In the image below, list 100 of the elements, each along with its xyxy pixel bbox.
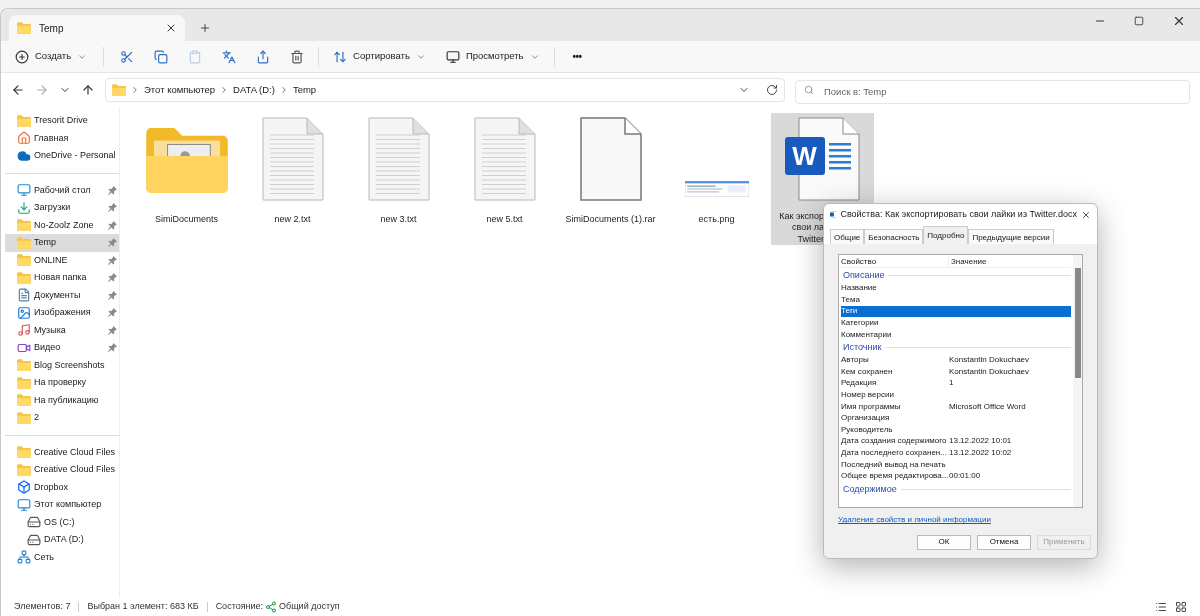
sidebar-item[interactable]: Изображения: [5, 304, 119, 322]
sidebar-item[interactable]: Tresorit Drive: [5, 112, 119, 130]
property-row[interactable]: Дата создания содержимого 13.12.2022 10:01: [841, 435, 1071, 448]
delete-icon[interactable]: [290, 49, 305, 64]
property-row[interactable]: Организация: [841, 412, 1071, 424]
property-row[interactable]: Категории: [841, 317, 1071, 329]
property-row[interactable]: Редакция 1: [841, 377, 1071, 390]
forward-icon[interactable]: [35, 83, 49, 97]
dialog-tab[interactable]: Безопасность: [864, 229, 924, 245]
pin-icon[interactable]: [108, 308, 117, 318]
file-item[interactable]: new 2.txt: [241, 113, 344, 245]
file-name: есть.png: [698, 214, 735, 226]
scrollbar[interactable]: [1073, 255, 1082, 508]
property-row[interactable]: Тема: [841, 294, 1071, 306]
more-button[interactable]: •••: [564, 49, 590, 64]
close-tab-icon[interactable]: [165, 22, 177, 34]
breadcrumb[interactable]: Temp: [292, 82, 317, 98]
sidebar-item[interactable]: На публикацию: [5, 391, 119, 409]
breadcrumb[interactable]: DATA (D:): [233, 82, 275, 98]
dialog-tab[interactable]: Подробно: [923, 226, 969, 245]
property-row[interactable]: Номер версии: [841, 389, 1071, 401]
sidebar-item[interactable]: Temp: [5, 234, 119, 252]
details-view-icon[interactable]: [1155, 601, 1167, 613]
folder-icon: [17, 254, 31, 267]
column-header[interactable]: Значение: [949, 255, 987, 268]
address-bar[interactable]: Этот компьютер DATA (D:) Temp: [105, 78, 785, 102]
property-row[interactable]: Общее время редактирова...00:01:00: [841, 470, 1071, 482]
pin-icon[interactable]: [108, 203, 117, 213]
rename-icon[interactable]: [222, 49, 237, 64]
refresh-icon[interactable]: [766, 84, 778, 96]
pin-icon[interactable]: [108, 273, 117, 283]
sidebar-item[interactable]: OneDrive - Personal: [5, 147, 119, 165]
file-name: new 2.txt: [274, 214, 311, 226]
file-name: SimiDocuments: [155, 214, 218, 226]
dialog-button[interactable]: Отмена: [977, 534, 1031, 550]
create-button[interactable]: Создать: [11, 44, 92, 69]
sidebar-item[interactable]: Dropbox: [5, 478, 119, 496]
sidebar-item[interactable]: Главная: [5, 129, 119, 147]
pin-icon[interactable]: [108, 343, 117, 353]
remove-properties-link[interactable]: Удаление свойств и личной информации: [838, 514, 1083, 527]
property-row[interactable]: Имя программы Microsoft Office Word: [841, 400, 1071, 413]
sidebar-item[interactable]: На проверку: [5, 374, 119, 392]
group-header: Источник: [843, 341, 882, 355]
sidebar-item[interactable]: Blog Screenshots: [5, 356, 119, 374]
sidebar-item[interactable]: Видео: [5, 339, 119, 357]
sidebar-item[interactable]: Новая папка: [5, 269, 119, 287]
sidebar-item[interactable]: 2: [5, 409, 119, 427]
close-icon[interactable]: [1172, 14, 1186, 28]
folder-tab[interactable]: Temp: [9, 15, 185, 41]
pin-icon[interactable]: [108, 185, 117, 195]
pin-icon[interactable]: [108, 220, 117, 230]
file-item[interactable]: SimiDocuments (1).rar: [559, 113, 662, 245]
property-row[interactable]: Комментарии: [841, 328, 1071, 341]
dialog-button[interactable]: ОК: [917, 534, 971, 550]
column-header[interactable]: Свойство: [841, 255, 949, 268]
pin-icon[interactable]: [108, 325, 117, 335]
up-icon[interactable]: [81, 83, 95, 97]
back-icon[interactable]: [11, 83, 25, 97]
sidebar-item[interactable]: OS (C:): [5, 513, 119, 531]
property-row[interactable]: Кем сохранен Konstantin Dokuchaev: [841, 366, 1071, 378]
maximize-icon[interactable]: [1134, 16, 1144, 26]
file-item[interactable]: new 5.txt: [453, 113, 556, 245]
folder-icon: [17, 219, 31, 232]
sort-button[interactable]: Сортировать: [329, 44, 430, 69]
folder-icon: [17, 114, 31, 127]
sidebar-item[interactable]: Этот компьютер: [5, 496, 119, 514]
sidebar-item[interactable]: Creative Cloud Files: [5, 443, 119, 461]
dialog-tab[interactable]: Общие: [830, 229, 865, 245]
file-name: Как экспор: [779, 210, 824, 222]
share-icon[interactable]: [256, 49, 271, 64]
cut-icon[interactable]: [120, 49, 135, 64]
pin-icon[interactable]: [108, 238, 117, 248]
view-button[interactable]: Просмотреть: [441, 44, 544, 69]
dialog-tab[interactable]: Предыдущие версии: [968, 229, 1054, 245]
property-row[interactable]: Руководитель: [841, 423, 1071, 436]
screenshot-thumbnail: [684, 181, 749, 197]
sidebar-item[interactable]: ONLINE: [5, 251, 119, 269]
property-row[interactable]: Название: [841, 282, 1071, 295]
copy-icon[interactable]: [154, 49, 169, 64]
tiles-view-icon[interactable]: [1175, 601, 1187, 613]
sidebar-item[interactable]: Сеть: [5, 548, 119, 566]
sidebar-item[interactable]: Музыка: [5, 321, 119, 339]
property-row[interactable]: Дата последнего сохранен... 13.12.2022 10:02: [841, 447, 1071, 459]
sidebar-item[interactable]: No-Zoolz Zone: [5, 216, 119, 234]
property-row[interactable]: Последний вывод на печать: [841, 458, 1071, 471]
pin-icon[interactable]: [108, 255, 117, 265]
property-row[interactable]: Авторы Konstantin Dokuchaev: [841, 354, 1071, 366]
pin-icon[interactable]: [108, 290, 117, 300]
search-field[interactable]: Поиск в: Temp: [795, 79, 1190, 104]
sidebar-item[interactable]: Документы: [5, 286, 119, 304]
sidebar-item[interactable]: Загрузки: [5, 199, 119, 217]
new-tab-icon[interactable]: [199, 22, 211, 34]
file-item[interactable]: есть.png: [665, 113, 768, 245]
sidebar-item[interactable]: DATA (D:): [5, 531, 119, 549]
sidebar-item[interactable]: Рабочий стол: [5, 181, 119, 199]
file-item[interactable]: SimiDocuments: [135, 113, 238, 245]
property-row[interactable]: Теги: [841, 305, 1071, 318]
file-item[interactable]: new 3.txt: [347, 113, 450, 245]
breadcrumb[interactable]: Этот компьютер: [144, 82, 216, 98]
sidebar-item[interactable]: Creative Cloud Files: [5, 461, 119, 479]
